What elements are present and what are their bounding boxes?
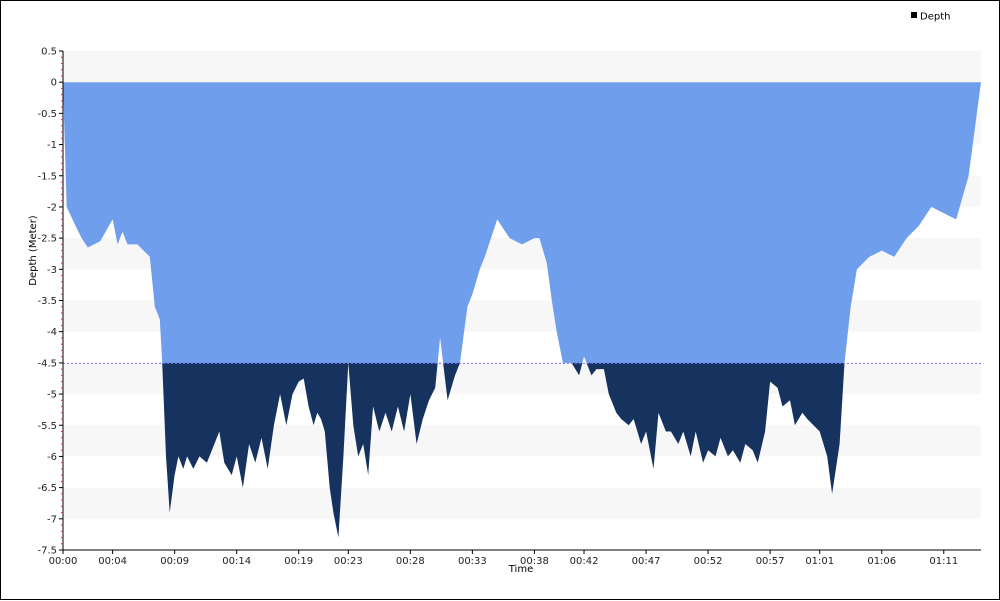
- y-tick-label: 0: [51, 78, 57, 89]
- x-tick-label: 00:28: [396, 556, 425, 567]
- y-tick-label: -3.5: [37, 296, 57, 307]
- y-tick-label: -6.5: [37, 483, 57, 494]
- x-tick-label: 00:42: [570, 556, 599, 567]
- y-tick-label: -7: [47, 514, 57, 525]
- grid-band: [63, 51, 981, 83]
- y-tick-label: -5.5: [37, 421, 57, 432]
- y-tick-label: 0.5: [41, 47, 57, 58]
- y-tick-label: -5: [47, 390, 57, 401]
- y-tick-label: -4: [47, 327, 57, 338]
- legend: Depth: [911, 12, 950, 23]
- depth-chart: 0.5 0 -0.5 -1 -1.5 -2 -2.5 -3 -3.5 -4 -4.5 -5 -5.5 -6…: [28, 12, 981, 575]
- y-tick-label: -1.5: [37, 171, 57, 182]
- x-tick-label: 00:14: [222, 556, 251, 567]
- y-tick-label: -0.5: [37, 109, 57, 120]
- x-tick-label: 00:23: [334, 556, 363, 567]
- x-tick-label: 00:00: [49, 556, 78, 567]
- legend-label: Depth: [920, 12, 950, 23]
- x-tick-label: 00:33: [458, 556, 487, 567]
- x-tick-label: 00:09: [160, 556, 189, 567]
- y-tick-label: -3: [47, 265, 57, 276]
- x-tick-label: 00:19: [284, 556, 313, 567]
- y-tick-label: -7.5: [37, 546, 57, 557]
- x-axis-title: Time: [508, 564, 533, 575]
- y-tick-label: -2: [47, 202, 57, 213]
- x-tick-label: 00:57: [756, 556, 785, 567]
- x-tick-label: 01:01: [805, 556, 834, 567]
- grid-band: [63, 487, 981, 519]
- y-tick-label: -1: [47, 140, 57, 151]
- y-tick-label: -6: [47, 452, 57, 463]
- x-tick-label: 00:47: [632, 556, 661, 567]
- x-tick-label: 01:11: [929, 556, 958, 567]
- y-tick-label: -4.5: [37, 358, 57, 369]
- y-axis-title: Depth (Meter): [28, 215, 39, 286]
- legend-swatch: [911, 12, 917, 18]
- x-tick-label: 01:06: [867, 556, 896, 567]
- chart-frame: 0.5 0 -0.5 -1 -1.5 -2 -2.5 -3 -3.5 -4 -4.5 -5 -5.5 -6…: [0, 0, 1000, 600]
- x-tick-label: 00:04: [98, 556, 127, 567]
- x-tick-label: 00:52: [694, 556, 723, 567]
- y-tick-label: -2.5: [37, 234, 57, 245]
